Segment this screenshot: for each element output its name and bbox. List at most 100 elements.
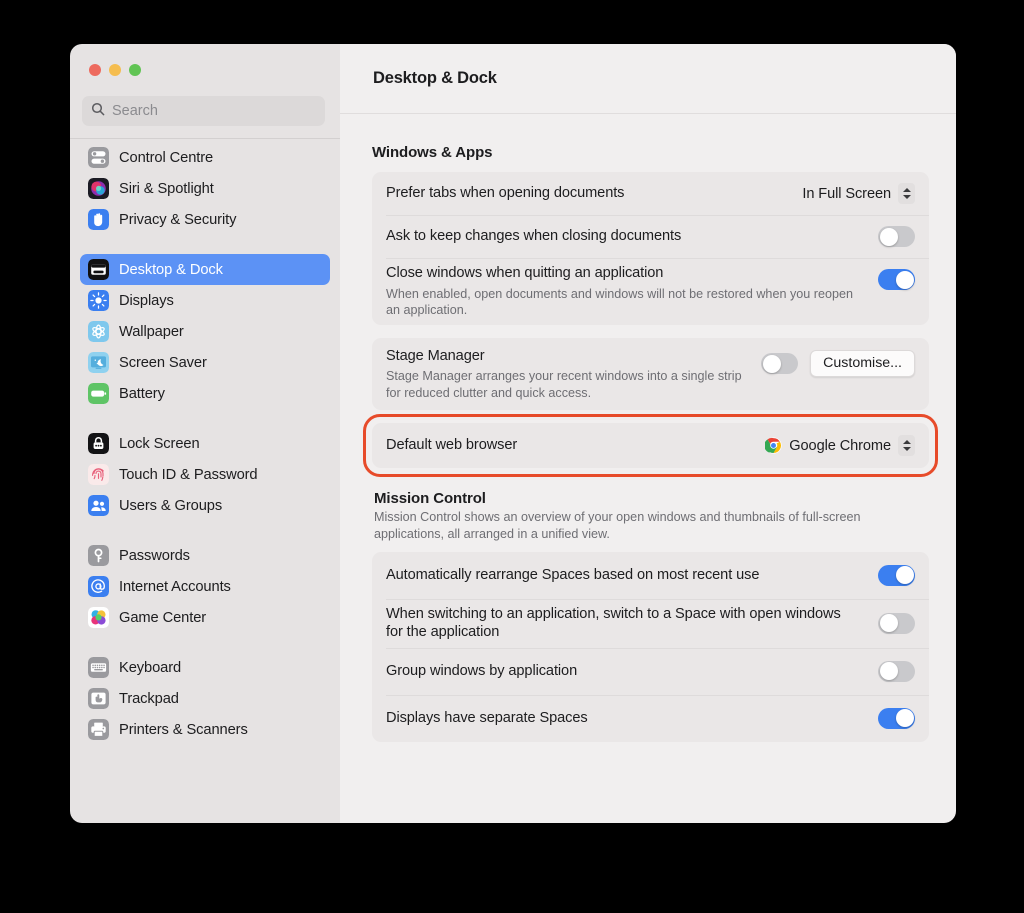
- row-label: Prefer tabs when opening documents: [386, 185, 625, 202]
- mission-control-toggle-3[interactable]: [878, 707, 915, 729]
- lock-screen-icon: [88, 433, 109, 454]
- row-text: Stage Manager Stage Manager arranges you…: [386, 341, 749, 408]
- screen-saver-icon: [88, 352, 109, 373]
- sidebar-item-internet-accounts[interactable]: Internet Accounts: [80, 571, 330, 602]
- sidebar-item-passwords[interactable]: Passwords: [80, 540, 330, 571]
- sidebar-item-label: Displays: [119, 292, 174, 309]
- row-control: [866, 707, 915, 729]
- desktop-dock-icon: [88, 259, 109, 280]
- row-description: When enabled, open documents and windows…: [386, 286, 853, 318]
- minimize-window-button[interactable]: [109, 64, 121, 76]
- row-control: [866, 269, 915, 290]
- mission-control-toggle-2[interactable]: [878, 660, 915, 682]
- row-label: Ask to keep changes when closing documen…: [386, 228, 682, 245]
- row-mission-control-2[interactable]: Group windows by application: [372, 647, 929, 695]
- sidebar-item-label: Control Centre: [119, 149, 214, 166]
- row-text: Ask to keep changes when closing documen…: [386, 221, 866, 252]
- sidebar-item-users-groups[interactable]: Users & Groups: [80, 490, 330, 521]
- keyboard-icon: [88, 657, 109, 678]
- sidebar-item-privacy-security[interactable]: Privacy & Security: [80, 204, 330, 235]
- chevron-updown-icon: [898, 435, 915, 457]
- sidebar-nav[interactable]: Control Centre Siri & Spotlight Privacy & …: [70, 138, 340, 823]
- row-prefer-tabs[interactable]: Prefer tabs when opening documents In Fu…: [372, 172, 929, 215]
- mission-control-toggle-1[interactable]: [878, 612, 915, 634]
- battery-icon: [88, 383, 109, 404]
- row-default-web-browser[interactable]: Default web browser Google Chrome: [372, 423, 929, 468]
- sidebar-item-displays[interactable]: Displays: [80, 285, 330, 316]
- sidebar-item-siri-spotlight[interactable]: Siri & Spotlight: [80, 173, 330, 204]
- zoom-window-button[interactable]: [129, 64, 141, 76]
- row-mission-control-1[interactable]: When switching to an application, switch…: [372, 598, 929, 648]
- row-text: Close windows when quitting an applicati…: [386, 258, 866, 325]
- close-windows-toggle[interactable]: [878, 269, 915, 290]
- touch-id-icon: [88, 464, 109, 485]
- sidebar-item-label: Privacy & Security: [119, 211, 237, 228]
- sidebar-item-label: Passwords: [119, 547, 190, 564]
- sidebar-divider: [70, 138, 340, 139]
- chevron-updown-icon: [898, 183, 915, 204]
- sidebar-item-touch-id-password[interactable]: Touch ID & Password: [80, 459, 330, 490]
- sidebar-item-label: Battery: [119, 385, 165, 402]
- sidebar-group: Passwords Internet Accounts Game Center: [80, 536, 330, 633]
- row-control: In Full Screen: [790, 183, 915, 204]
- row-mission-control-0[interactable]: Automatically rearrange Spaces based on …: [372, 552, 929, 599]
- row-mission-control-3[interactable]: Displays have separate Spaces: [372, 694, 929, 742]
- popup-value: In Full Screen: [802, 185, 891, 202]
- sidebar-item-label: Game Center: [119, 609, 207, 626]
- row-text: Prefer tabs when opening documents: [386, 178, 790, 209]
- sidebar-item-desktop-dock[interactable]: Desktop & Dock: [80, 254, 330, 285]
- ask-keep-changes-toggle[interactable]: [878, 226, 915, 247]
- sidebar-item-label: Siri & Spotlight: [119, 180, 214, 197]
- row-text: Group windows by application: [386, 656, 866, 687]
- users-groups-icon: [88, 495, 109, 516]
- default-browser-card: Default web browser Google Chrome: [372, 423, 929, 469]
- search-box[interactable]: [82, 96, 325, 126]
- sidebar-item-keyboard[interactable]: Keyboard: [80, 652, 330, 683]
- trackpad-icon: [88, 688, 109, 709]
- sidebar-item-lock-screen[interactable]: Lock Screen: [80, 428, 330, 459]
- sidebar-item-label: Trackpad: [119, 690, 179, 707]
- default-browser-highlight-wrap: Default web browser Google Chrome: [363, 414, 938, 478]
- default-browser-popup-button[interactable]: Google Chrome: [764, 435, 915, 457]
- settings-content[interactable]: Windows & Apps Prefer tabs when opening …: [340, 114, 956, 823]
- sidebar-item-control-centre[interactable]: Control Centre: [80, 142, 330, 173]
- customise-button[interactable]: Customise...: [810, 350, 915, 378]
- page-title: Desktop & Dock: [373, 69, 497, 87]
- row-close-windows[interactable]: Close windows when quitting an applicati…: [372, 258, 929, 325]
- mission-control-description: Mission Control shows an overview of you…: [374, 510, 861, 541]
- sidebar-item-screen-saver[interactable]: Screen Saver: [80, 347, 330, 378]
- sidebar-item-label: Desktop & Dock: [119, 261, 223, 278]
- sidebar-item-label: Internet Accounts: [119, 578, 231, 595]
- displays-icon: [88, 290, 109, 311]
- sidebar-item-label: Printers & Scanners: [119, 721, 248, 738]
- row-label: Group windows by application: [386, 663, 578, 680]
- row-text: Default web browser: [386, 430, 753, 461]
- sidebar-item-wallpaper[interactable]: Wallpaper: [80, 316, 330, 347]
- sidebar-item-battery[interactable]: Battery: [80, 378, 330, 409]
- sidebar-group: Lock Screen Touch ID & Password Users & Gr…: [80, 424, 330, 521]
- row-control: Google Chrome: [753, 435, 915, 457]
- sidebar-group-separator: [80, 235, 330, 250]
- mission-control-card: Automatically rearrange Spaces based on …: [372, 551, 929, 742]
- row-ask-keep-changes[interactable]: Ask to keep changes when closing documen…: [372, 215, 929, 258]
- main-panel: Desktop & Dock Windows & Apps Prefer tab…: [340, 44, 956, 823]
- sidebar-item-trackpad[interactable]: Trackpad: [80, 683, 330, 714]
- main-header: Desktop & Dock: [340, 44, 956, 114]
- sidebar-item-game-center[interactable]: Game Center: [80, 602, 330, 633]
- row-stage-manager[interactable]: Stage Manager Stage Manager arranges you…: [372, 338, 929, 410]
- sidebar-item-printers-scanners[interactable]: Printers & Scanners: [80, 714, 330, 745]
- internet-accounts-icon: [88, 576, 109, 597]
- sidebar-group: Control Centre Siri & Spotlight Privacy & …: [80, 138, 330, 235]
- siri-icon: [88, 178, 109, 199]
- mission-control-toggle-0[interactable]: [878, 564, 915, 586]
- search-input[interactable]: [112, 103, 316, 119]
- close-window-button[interactable]: [89, 64, 101, 76]
- prefer-tabs-popup-button[interactable]: In Full Screen: [802, 183, 915, 204]
- stage-manager-toggle[interactable]: [761, 353, 799, 375]
- section-title-windows-apps: Windows & Apps: [372, 144, 493, 161]
- sidebar: Control Centre Siri & Spotlight Privacy & …: [70, 44, 340, 823]
- sidebar-group-separator: [80, 633, 330, 648]
